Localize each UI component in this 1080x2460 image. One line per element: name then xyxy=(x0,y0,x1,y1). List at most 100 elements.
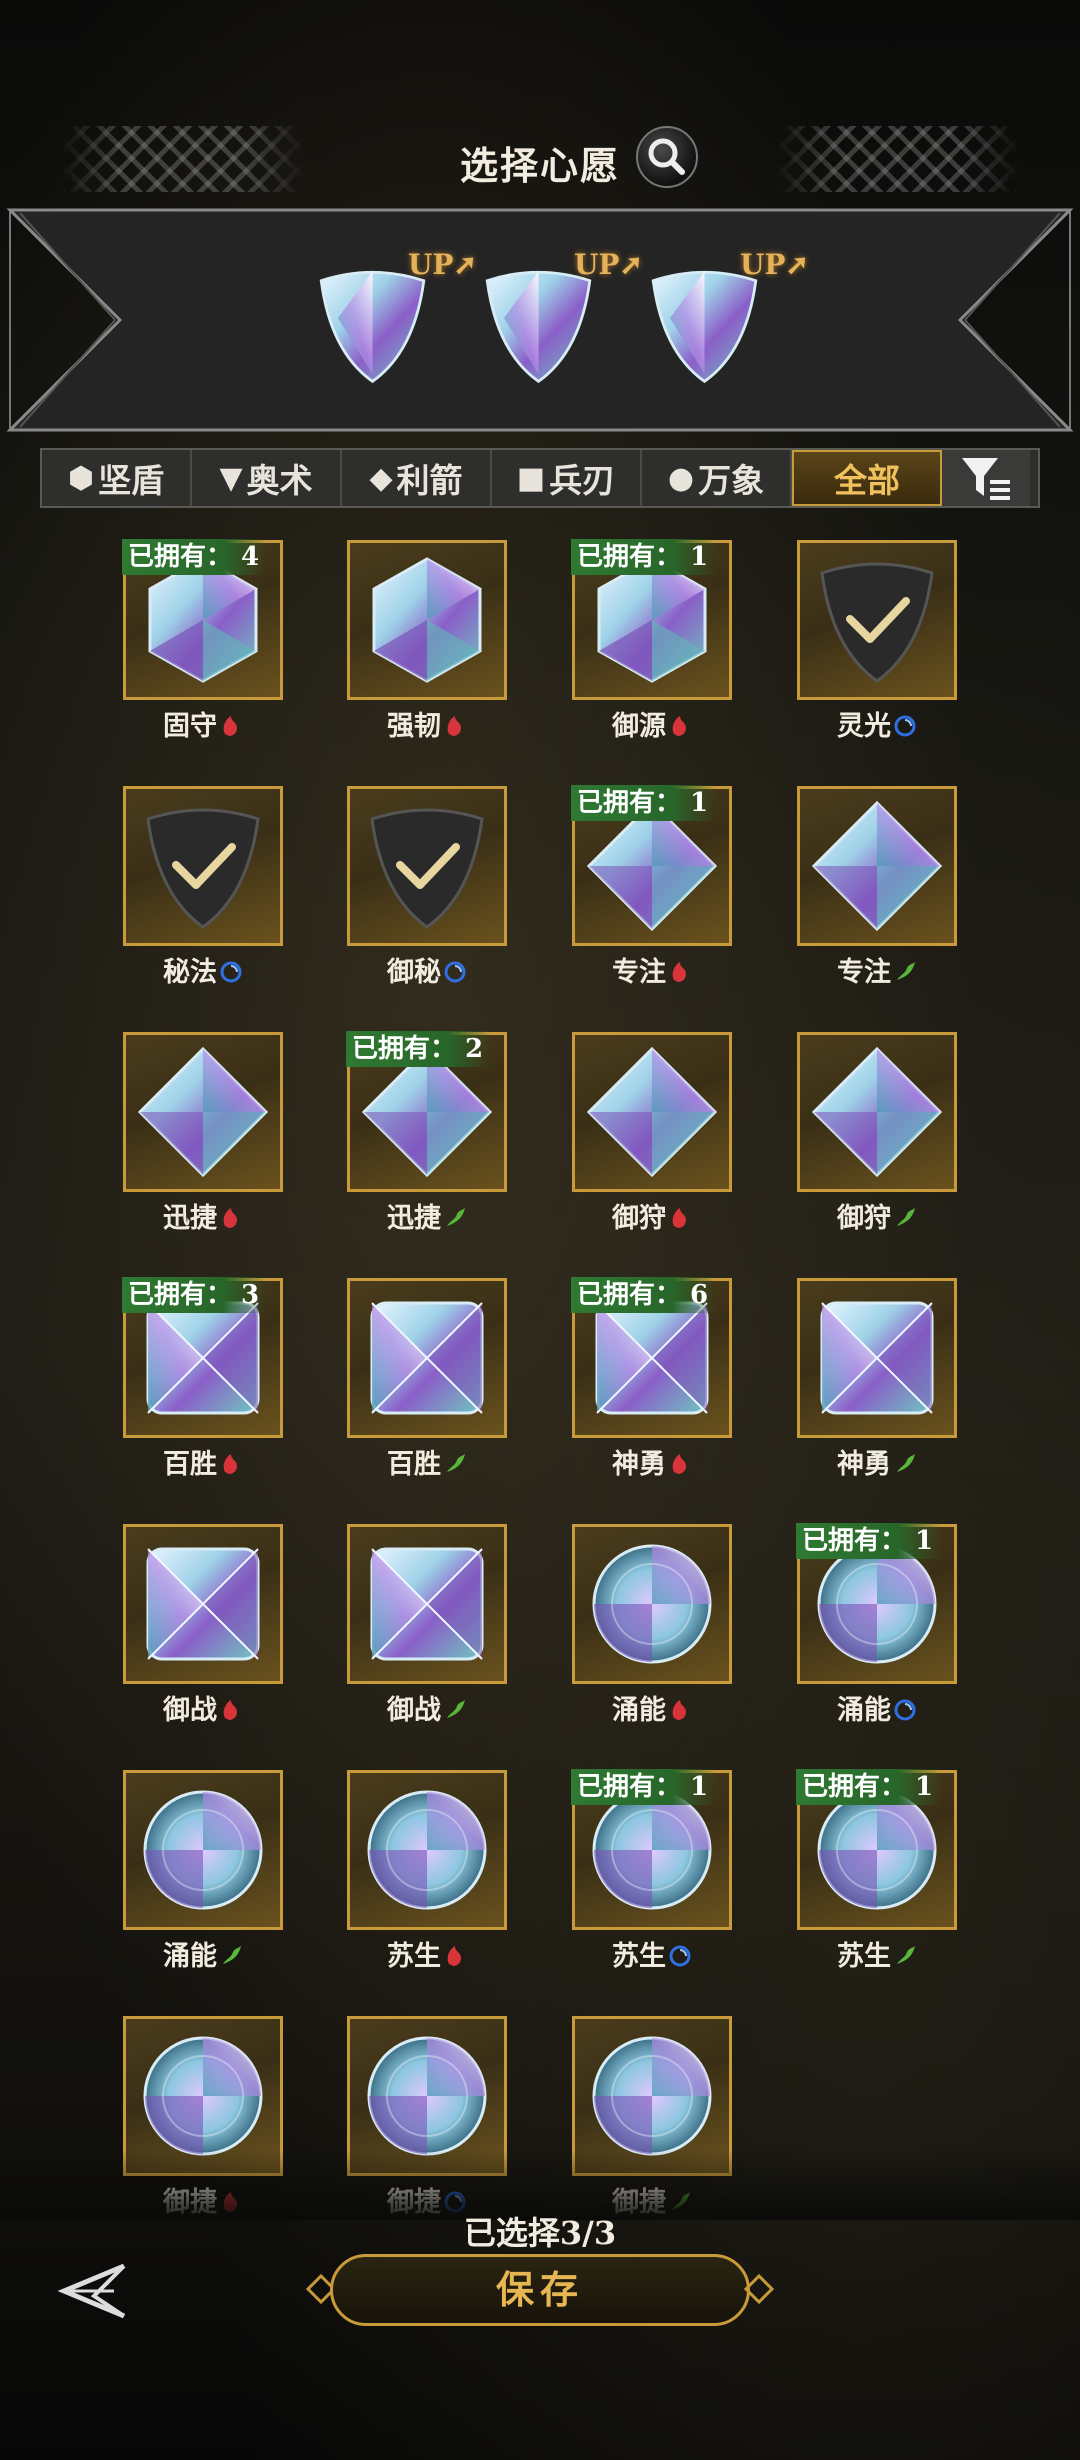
red-element-icon xyxy=(223,716,237,736)
filter-button[interactable] xyxy=(942,450,1030,506)
item-card[interactable] xyxy=(347,540,507,700)
item-card[interactable]: 已拥有： 1 xyxy=(571,785,732,946)
selected-check-icon xyxy=(146,808,260,929)
item-card[interactable]: 已拥有： 1 xyxy=(571,1769,732,1930)
item-card[interactable] xyxy=(123,1032,283,1192)
blue-element-icon xyxy=(220,961,242,983)
item-label: 百胜 xyxy=(113,1442,293,1481)
item-label: 涌能 xyxy=(113,1934,293,1973)
item-label: 强韧 xyxy=(337,704,517,743)
search-button[interactable] xyxy=(636,126,698,188)
item-card[interactable]: 已拥有： 4 xyxy=(122,539,283,700)
tab-label: 全部 xyxy=(834,461,900,500)
item-card[interactable] xyxy=(123,1524,283,1684)
item-label: 秘法 xyxy=(113,950,293,989)
item-label: 灵光 xyxy=(787,704,967,743)
item-label: 神勇 xyxy=(562,1442,742,1481)
item-name: 神勇 xyxy=(837,1449,891,1480)
page-title: 选择心愿 xyxy=(459,143,620,188)
item-label: 专注 xyxy=(787,950,967,989)
item-label: 神勇 xyxy=(787,1442,967,1481)
selected-count: 已选择3/3 xyxy=(463,2214,617,2252)
item-name: 涌能 xyxy=(837,1695,891,1726)
item-card[interactable]: 已拥有： 6 xyxy=(571,1277,732,1438)
item-card[interactable] xyxy=(797,1032,957,1192)
item-name: 迅捷 xyxy=(163,1203,217,1234)
item-label: 固守 xyxy=(113,704,293,743)
item-card[interactable] xyxy=(797,1278,957,1438)
item-name: 灵光 xyxy=(837,711,891,742)
back-icon xyxy=(57,2263,126,2319)
gem-circle-icon xyxy=(143,2036,263,2156)
item-card[interactable] xyxy=(572,1032,732,1192)
item-name: 迅捷 xyxy=(387,1203,441,1234)
item-card[interactable] xyxy=(347,1524,507,1684)
tab-2[interactable]: ◆ 利箭 xyxy=(342,450,492,506)
tab-symbol-icon: ▼ xyxy=(219,460,243,496)
item-card[interactable] xyxy=(347,786,507,946)
red-element-icon xyxy=(447,716,461,736)
item-card[interactable] xyxy=(797,786,957,946)
item-label: 苏生 xyxy=(562,1934,742,1973)
item-label: 御狩 xyxy=(787,1196,967,1235)
red-element-icon xyxy=(223,1208,237,1228)
item-name: 苏生 xyxy=(612,1941,666,1972)
item-name: 苏生 xyxy=(837,1941,891,1972)
back-button[interactable] xyxy=(54,2258,140,2324)
green-element-icon xyxy=(447,1700,465,1718)
owned-badge: 已拥有： 1 xyxy=(796,1769,942,1805)
filter-icon xyxy=(962,458,1010,500)
tab-0[interactable]: ⬢ 坚盾 xyxy=(42,450,192,506)
blue-element-icon xyxy=(894,1699,916,1721)
gem-circle-icon xyxy=(367,2036,487,2156)
item-label: 御源 xyxy=(562,704,742,743)
item-card[interactable]: 已拥有： 1 xyxy=(796,1769,957,1930)
item-label: 御战 xyxy=(337,1688,517,1727)
owned-badge: 已拥有： 4 xyxy=(122,539,268,575)
green-element-icon xyxy=(897,1946,915,1964)
item-name: 百胜 xyxy=(387,1449,441,1480)
item-card[interactable]: 已拥有： 3 xyxy=(122,1277,283,1438)
item-name: 专注 xyxy=(837,957,891,988)
item-card[interactable]: 已拥有： 1 xyxy=(796,1523,957,1684)
item-card[interactable] xyxy=(123,786,283,946)
red-element-icon xyxy=(223,1700,237,1720)
item-card[interactable] xyxy=(572,1524,732,1684)
item-name: 强韧 xyxy=(387,711,441,742)
item-name: 御狩 xyxy=(612,1203,666,1234)
up-badge: UP➚ xyxy=(574,248,643,281)
item-label: 御狩 xyxy=(562,1196,742,1235)
item-name: 御秘 xyxy=(387,957,441,988)
item-name: 固守 xyxy=(163,711,217,742)
red-element-icon xyxy=(672,1454,686,1474)
tab-4[interactable]: ● 万象 xyxy=(642,450,792,506)
item-card[interactable]: 已拥有： 2 xyxy=(346,1031,507,1192)
blue-element-icon xyxy=(669,1945,691,1967)
item-card[interactable]: 已拥有： 1 xyxy=(571,539,732,700)
green-element-icon xyxy=(223,1946,241,1964)
tab-3[interactable]: ■ 兵刃 xyxy=(492,450,642,506)
owned-badge: 已拥有： 1 xyxy=(571,1769,717,1805)
gem-diamond-icon xyxy=(137,1046,269,1178)
item-name: 百胜 xyxy=(163,1449,217,1480)
gem-square-icon xyxy=(370,1547,484,1661)
save-button[interactable]: 保存 xyxy=(330,2254,750,2326)
gem-circle-icon xyxy=(143,1790,263,1910)
item-card[interactable] xyxy=(347,1278,507,1438)
tab-5[interactable]: 全部 xyxy=(792,450,942,506)
tab-1[interactable]: ▼ 奥术 xyxy=(192,450,342,506)
red-element-icon xyxy=(672,1208,686,1228)
tab-label: 兵刃 xyxy=(549,461,616,500)
item-label: 苏生 xyxy=(787,1934,967,1973)
save-ornament-right xyxy=(744,2274,774,2304)
owned-badge: 已拥有： 1 xyxy=(796,1523,942,1559)
item-card[interactable] xyxy=(123,1770,283,1930)
search-icon xyxy=(648,138,685,175)
owned-badge: 已拥有： 1 xyxy=(571,539,717,575)
selected-check-icon xyxy=(820,562,934,683)
item-card[interactable] xyxy=(797,540,957,700)
item-card[interactable] xyxy=(347,1770,507,1930)
item-name: 苏生 xyxy=(387,1941,441,1972)
blue-element-icon xyxy=(444,961,466,983)
red-element-icon xyxy=(672,962,686,982)
